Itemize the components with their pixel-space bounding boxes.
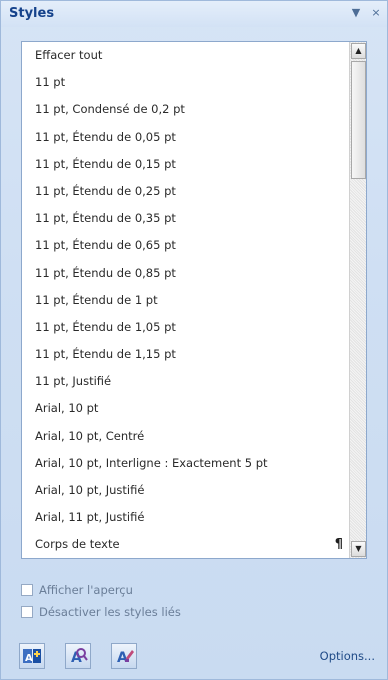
style-item-label: Arial, 10 pt, Interligne : Exactement 5 … xyxy=(35,455,268,470)
show-preview-option[interactable]: Afficher l'aperçu xyxy=(21,583,133,597)
style-item-label: 11 pt, Étendu de 1,05 pt xyxy=(35,319,176,334)
style-item-label: Corps de texte xyxy=(35,537,120,552)
manage-styles-button[interactable]: A xyxy=(111,643,137,669)
close-icon[interactable]: × xyxy=(369,6,383,20)
show-preview-checkbox[interactable] xyxy=(21,584,33,596)
style-inspector-button[interactable]: A xyxy=(65,643,91,669)
style-item[interactable]: 11 pt, Étendu de 1 pt xyxy=(22,287,349,314)
style-item[interactable]: 11 pt, Étendu de 0,15 pt xyxy=(22,151,349,178)
style-item-label: 11 pt xyxy=(35,75,66,90)
scroll-down-button[interactable]: ▼ xyxy=(351,541,366,557)
styles-list[interactable]: Effacer tout 11 pt 11 pt, Condensé de 0,… xyxy=(21,41,367,559)
style-item-label: 11 pt, Étendu de 1,15 pt xyxy=(35,347,176,362)
styles-pane: Styles ▼ × Effacer tout 11 pt 11 pt, Con… xyxy=(0,0,388,680)
style-item[interactable]: 11 pt, Étendu de 0,25 pt xyxy=(22,178,349,205)
vertical-scrollbar[interactable]: ▲ ▼ xyxy=(349,42,366,558)
style-item-label: 11 pt, Étendu de 0,05 pt xyxy=(35,129,176,144)
style-item-label: 11 pt, Étendu de 1 pt xyxy=(35,292,158,307)
style-item-label: Arial, 10 pt xyxy=(35,401,99,416)
style-item[interactable]: Arial, 10 pt, Interligne : Exactement 5 … xyxy=(22,450,349,477)
disable-linked-styles-label: Désactiver les styles liés xyxy=(39,605,181,619)
svg-text:A: A xyxy=(25,653,33,664)
style-item-label: 11 pt, Étendu de 0,85 pt xyxy=(35,265,176,280)
show-preview-label: Afficher l'aperçu xyxy=(39,583,133,597)
scroll-thumb[interactable] xyxy=(351,61,366,179)
style-item[interactable]: 11 pt, Étendu de 0,35 pt xyxy=(22,205,349,232)
style-item-label: Arial, 10 pt, Justifié xyxy=(35,483,145,497)
style-item-label: Arial, 10 pt, Centré xyxy=(35,428,145,443)
pilcrow-icon: ¶ xyxy=(334,537,343,553)
pane-title: Styles xyxy=(9,6,55,21)
style-item-label: 11 pt, Condensé de 0,2 pt xyxy=(35,102,185,117)
disable-linked-styles-checkbox[interactable] xyxy=(21,606,33,618)
new-style-button[interactable]: A xyxy=(19,643,45,669)
style-inspector-icon: A xyxy=(71,648,88,666)
style-item[interactable]: Arial, 10 pt xyxy=(22,395,349,422)
style-item[interactable]: Effacer tout xyxy=(22,42,349,69)
style-item[interactable]: 11 pt, Justifié xyxy=(22,368,349,395)
pane-header: Styles ▼ × xyxy=(1,1,387,27)
options-link[interactable]: Options... xyxy=(320,649,375,663)
disable-linked-styles-option[interactable]: Désactiver les styles liés xyxy=(21,605,181,619)
styles-list-items: Effacer tout 11 pt 11 pt, Condensé de 0,… xyxy=(22,42,349,558)
scroll-up-button[interactable]: ▲ xyxy=(351,43,366,59)
manage-styles-icon: A xyxy=(117,650,134,666)
style-item[interactable]: 11 pt, Condensé de 0,2 pt xyxy=(22,96,349,123)
style-item-label: 11 pt, Étendu de 0,65 pt xyxy=(35,238,176,253)
style-item[interactable]: 11 pt, Étendu de 0,05 pt xyxy=(22,124,349,151)
style-item[interactable]: 11 pt xyxy=(22,69,349,96)
new-style-icon: A xyxy=(23,649,41,664)
style-item-label: 11 pt, Étendu de 0,15 pt xyxy=(35,156,176,171)
style-item-label: 11 pt, Étendu de 0,35 pt xyxy=(35,211,176,226)
style-item-label: 11 pt, Étendu de 0,25 pt xyxy=(35,183,176,198)
style-item[interactable]: Corps de texte ¶ xyxy=(22,531,349,558)
style-item-label: Arial, 11 pt, Justifié xyxy=(35,510,145,525)
style-item[interactable]: Arial, 11 pt, Justifié xyxy=(22,504,349,531)
pane-options-dropdown-icon[interactable]: ▼ xyxy=(349,6,363,20)
style-item-label: 11 pt, Justifié xyxy=(35,374,112,389)
header-controls: ▼ × xyxy=(349,6,383,20)
style-item[interactable]: Arial, 10 pt, Centré xyxy=(22,423,349,450)
style-item[interactable]: 11 pt, Étendu de 1,05 pt xyxy=(22,314,349,341)
style-item[interactable]: 11 pt, Étendu de 0,65 pt xyxy=(22,232,349,259)
style-item[interactable]: Arial, 10 pt, Justifié xyxy=(22,477,349,504)
style-item[interactable]: 11 pt, Étendu de 0,85 pt xyxy=(22,260,349,287)
style-item-label: Effacer tout xyxy=(35,48,103,62)
style-item[interactable]: 11 pt, Étendu de 1,15 pt xyxy=(22,341,349,368)
